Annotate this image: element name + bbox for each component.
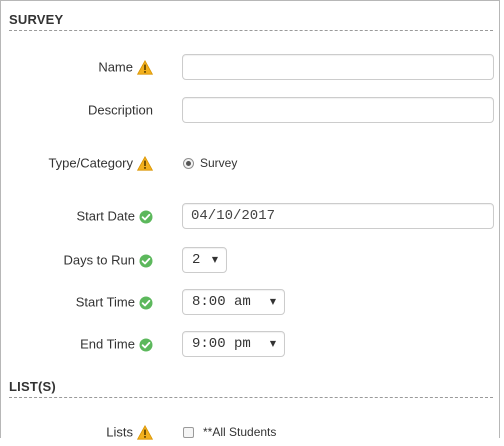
survey-form-panel: SURVEY Name Description Type/Category Su… <box>0 0 501 440</box>
lists-label-group: Lists <box>106 419 153 445</box>
days-to-run-label-group: Days to Run <box>63 247 153 273</box>
name-label: Name <box>98 59 133 75</box>
name-label-group: Name <box>98 54 153 80</box>
lists-label: Lists <box>106 424 133 440</box>
start-time-label: Start Time <box>75 294 135 310</box>
all-students-checkbox-option[interactable]: **All Students <box>183 424 276 440</box>
description-label-group: Description <box>88 97 153 123</box>
days-to-run-label: Days to Run <box>63 252 135 268</box>
chevron-down-icon: ▼ <box>269 297 276 306</box>
start-date-label: Start Date <box>76 208 135 224</box>
warning-icon <box>137 156 153 171</box>
survey-radio-label: Survey <box>200 156 238 170</box>
all-students-label: **All Students <box>203 425 277 439</box>
start-date-row: Start Date <box>1 203 501 229</box>
survey-radio[interactable] <box>183 157 194 169</box>
end-time-value: 9:00 pm <box>192 336 251 352</box>
warning-icon <box>137 60 153 75</box>
end-time-label: End Time <box>80 336 135 352</box>
name-input[interactable] <box>182 54 494 80</box>
type-category-row: Type/Category Survey <box>1 150 501 176</box>
check-circle-icon <box>139 338 153 352</box>
description-label: Description <box>87 102 153 118</box>
days-to-run-value: 2 <box>192 252 201 268</box>
check-circle-icon <box>139 210 153 224</box>
survey-radio-option[interactable]: Survey <box>183 156 237 170</box>
end-time-select[interactable]: 9:00 pm ▼ <box>182 331 285 357</box>
end-time-row: End Time 9:00 pm ▼ <box>1 331 501 357</box>
survey-section-header: SURVEY <box>9 12 493 31</box>
lists-section-header: LIST(S) <box>9 379 493 398</box>
start-time-label-group: Start Time <box>76 289 153 315</box>
start-time-select[interactable]: 8:00 am ▼ <box>182 289 285 315</box>
chevron-down-icon: ▼ <box>211 255 218 264</box>
start-time-row: Start Time 8:00 am ▼ <box>1 289 501 315</box>
type-category-label-group: Type/Category <box>48 150 153 176</box>
check-circle-icon <box>139 254 153 268</box>
start-date-label-group: Start Date <box>76 203 153 229</box>
all-students-checkbox[interactable] <box>183 426 194 438</box>
name-row: Name <box>1 54 501 80</box>
end-time-label-group: End Time <box>80 331 153 357</box>
type-category-label: Type/Category <box>48 155 133 171</box>
description-input[interactable] <box>182 97 494 123</box>
lists-row: Lists **All Students <box>1 419 501 445</box>
days-to-run-select[interactable]: 2 ▼ <box>182 247 227 273</box>
description-row: Description <box>1 97 501 123</box>
chevron-down-icon: ▼ <box>269 339 276 348</box>
days-to-run-row: Days to Run 2 ▼ <box>1 247 501 273</box>
start-time-value: 8:00 am <box>192 294 251 310</box>
warning-icon <box>137 425 153 440</box>
start-date-input[interactable] <box>182 203 494 229</box>
check-circle-icon <box>139 296 153 310</box>
